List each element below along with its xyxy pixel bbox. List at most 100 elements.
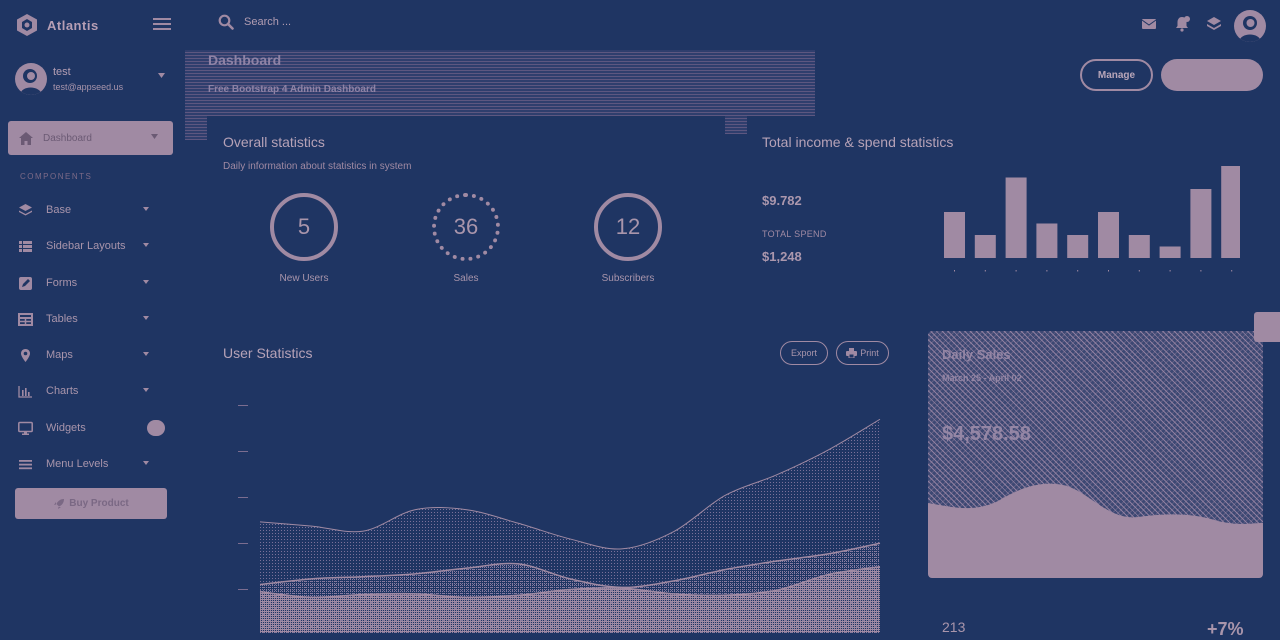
income-bar	[974, 235, 996, 258]
hamburger-menu-icon[interactable]	[153, 16, 171, 32]
desktop-icon	[18, 421, 33, 436]
stat-circle-subscribers: 12	[594, 193, 662, 261]
y-axis-tick	[238, 589, 248, 590]
sidebar-item-label: Maps	[46, 349, 73, 361]
income-bar-chart	[944, 166, 1240, 272]
stat-circle-sales: 36	[432, 193, 500, 261]
sidebar: Atlantis test test@appseed.us Dashboard …	[0, 0, 184, 640]
sidebar-item-tables[interactable]: Tables	[18, 307, 168, 331]
income-bar	[1159, 246, 1181, 258]
print-label: Print	[860, 348, 879, 358]
rocket-icon	[53, 498, 65, 510]
total-spend-value: $1,248	[762, 249, 802, 264]
income-bar	[1036, 223, 1058, 258]
user-panel[interactable]: test test@appseed.us	[15, 62, 175, 96]
income-bar	[1128, 235, 1150, 258]
atlantis-logo-icon	[16, 13, 38, 37]
sidebar-item-dashboard[interactable]: Dashboard	[8, 121, 173, 155]
income-bar	[1067, 235, 1089, 258]
income-bar	[1005, 177, 1027, 258]
sidebar-item-sidebar-layouts[interactable]: Sidebar Layouts	[18, 234, 168, 258]
user-email: test@appseed.us	[53, 82, 124, 92]
layers-icon	[18, 203, 33, 218]
income-bar-tick	[1077, 270, 1079, 272]
caret-down-icon	[143, 207, 158, 222]
print-icon	[846, 348, 858, 358]
brand[interactable]: Atlantis	[16, 13, 99, 37]
income-bar-tick	[1231, 270, 1233, 272]
income-bar	[1098, 212, 1119, 258]
income-bar	[1190, 189, 1212, 258]
page-title: Dashboard	[208, 52, 282, 68]
income-bar-tick	[1015, 270, 1017, 272]
caret-down-icon	[143, 461, 158, 476]
income-bar	[1221, 166, 1240, 258]
sidebar-item-charts[interactable]: Charts	[18, 379, 168, 403]
user-statistics-chart	[238, 405, 881, 633]
brand-name: Atlantis	[47, 17, 99, 33]
stat-label: New Users	[279, 273, 329, 284]
add-customer-button[interactable]	[1161, 59, 1263, 91]
user-statistics-title: User Statistics	[223, 345, 313, 361]
avatar	[15, 63, 47, 95]
sidebar-item-forms[interactable]: Forms	[18, 271, 168, 295]
th-list-icon	[18, 239, 33, 254]
total-income-value: $9.782	[762, 193, 802, 208]
manage-button[interactable]: Manage	[1080, 59, 1153, 91]
income-bar	[944, 212, 965, 258]
buy-product-label: Buy Product	[69, 498, 129, 509]
sidebar-item-label: Dashboard	[43, 132, 92, 144]
sidebar-item-widgets[interactable]: Widgets	[18, 416, 168, 440]
sidebar-item-label: Forms	[46, 277, 78, 289]
overall-statistics-title: Overall statistics	[223, 134, 325, 150]
y-axis-tick	[238, 543, 248, 544]
layers-icon[interactable]	[1205, 15, 1223, 33]
income-bar-tick	[1108, 270, 1109, 272]
envelope-icon[interactable]	[1140, 15, 1158, 33]
buy-product-button[interactable]: Buy Product	[15, 488, 167, 519]
search-bar[interactable]	[218, 14, 444, 30]
page-header-banner-edge	[185, 116, 207, 140]
stat-value: 5	[297, 214, 311, 239]
sidebar-item-label: Charts	[46, 385, 79, 397]
total-spend-label: TOTAL SPEND	[762, 229, 827, 239]
caret-down-icon[interactable]	[158, 73, 165, 78]
caret-down-icon	[143, 243, 158, 258]
page-header-banner-edge	[725, 116, 747, 134]
caret-down-icon	[143, 316, 158, 331]
caret-down-icon	[151, 134, 158, 139]
daily-sales-sparkline	[928, 483, 1263, 578]
caret-down-icon	[143, 280, 158, 295]
y-axis-tick	[238, 405, 248, 406]
stat-value: 12	[615, 214, 641, 239]
sidebar-item-maps[interactable]: Maps	[18, 343, 168, 367]
stat-change: +7%	[1207, 619, 1244, 639]
income-bar-tick	[1046, 270, 1048, 272]
map-marker-icon	[18, 348, 33, 363]
pen-square-icon	[18, 276, 33, 291]
stat-label: Sales	[453, 273, 479, 284]
income-bar-tick	[984, 270, 986, 272]
daily-sales-date-range: March 25 - April 02	[942, 373, 1022, 383]
export-button[interactable]: Export	[780, 341, 828, 365]
table-icon	[18, 312, 33, 327]
user-avatar[interactable]	[1234, 10, 1266, 42]
print-button[interactable]: Print	[836, 341, 889, 365]
search-input[interactable]	[244, 16, 444, 28]
bell-icon[interactable]	[1173, 15, 1191, 33]
stat-circle-new-users: 5	[270, 193, 338, 261]
sidebar-item-label: Base	[46, 204, 72, 216]
search-icon[interactable]	[218, 14, 234, 30]
sidebar-item-menu-levels[interactable]: Menu Levels	[18, 452, 168, 476]
stat-count: 213	[942, 619, 966, 635]
income-bar-tick	[954, 270, 955, 272]
income-bar-tick	[1200, 270, 1202, 272]
settings-side-tab[interactable]	[1254, 312, 1280, 342]
sidebar-item-label: Sidebar Layouts	[46, 240, 126, 252]
home-icon	[19, 131, 33, 145]
sidebar-item-label: Menu Levels	[46, 458, 109, 470]
export-label: Export	[790, 348, 817, 358]
daily-sales-card: Daily Sales March 25 - April 02 $4,578.5…	[928, 331, 1263, 578]
overall-statistics-subtitle: Daily information about statistics in sy…	[223, 161, 412, 172]
sidebar-item-base[interactable]: Base	[18, 198, 168, 222]
